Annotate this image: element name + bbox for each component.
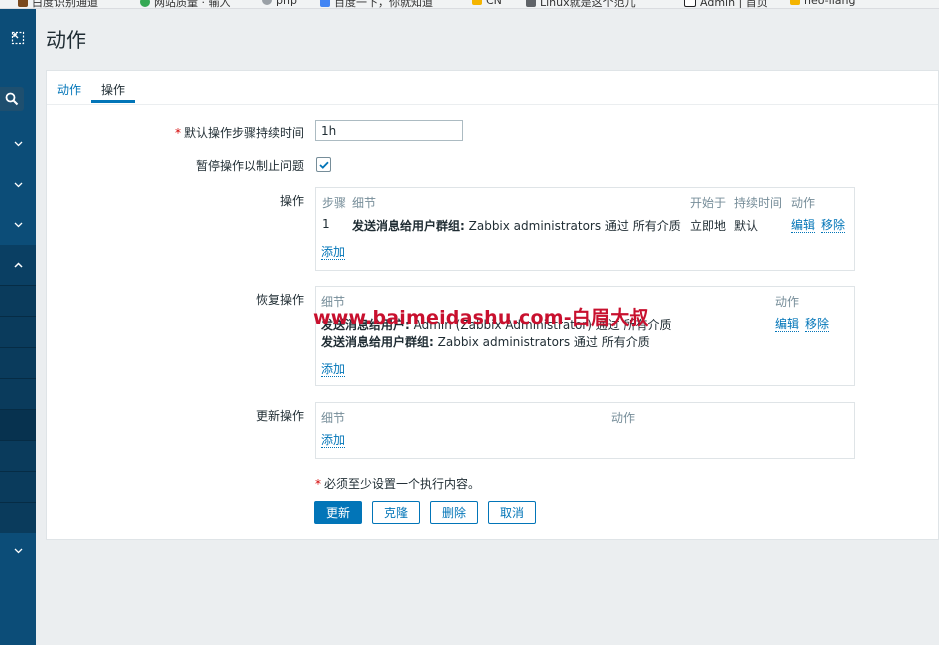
- clone-button[interactable]: 克隆: [372, 501, 420, 524]
- bookmark-icon: [472, 0, 482, 5]
- operations-label: 操作: [279, 194, 304, 208]
- chevron-down-icon: [14, 182, 22, 188]
- chevron-down-icon: [14, 222, 22, 228]
- col-details: 细节: [321, 411, 346, 425]
- op-add-link[interactable]: 添加: [321, 245, 346, 260]
- col-duration: 持续时间: [734, 196, 783, 210]
- op-edit-link[interactable]: 编辑: [791, 218, 816, 233]
- chevron-up-icon: [13, 262, 23, 268]
- col-details: 细节: [352, 196, 377, 210]
- tab-bar: 动作 操作: [47, 71, 938, 105]
- recovery-operations-label: 恢复操作: [255, 293, 304, 307]
- op-details: 发送消息给用户群组: Zabbix administrators 通过 所有介质: [352, 219, 681, 233]
- op-duration: 默认: [734, 219, 759, 233]
- col-step: 步骤: [322, 196, 347, 210]
- bookmark[interactable]: Admin | 首页: [684, 0, 768, 8]
- bookmark-icon: [526, 0, 536, 7]
- bookmark[interactable]: Linux就是这个范儿: [526, 0, 636, 8]
- col-action: 动作: [775, 295, 800, 309]
- recovery-operations-table: 细节 动作 发送消息给用户: Admin (Zabbix Administrat…: [315, 286, 855, 386]
- cancel-button[interactable]: 取消: [488, 501, 536, 524]
- sidebar: [0, 9, 36, 645]
- submenu-item[interactable]: [0, 502, 36, 533]
- bookmark[interactable]: neo-liang: [790, 0, 855, 7]
- col-action: 动作: [611, 411, 636, 425]
- page-title: 动作: [46, 28, 86, 52]
- pause-operations-checkbox[interactable]: [316, 157, 331, 172]
- operations-table: 步骤 细节 开始于 持续时间 动作 1 发送消息给用户群组: Zabbix ad…: [315, 187, 855, 271]
- collapse-sidebar-icon[interactable]: [0, 31, 36, 48]
- menu-section-active[interactable]: [0, 245, 36, 285]
- step-duration-input[interactable]: [315, 120, 463, 141]
- bookmark[interactable]: 网站质量 · 输入: [140, 0, 231, 8]
- update-operations-label: 更新操作: [255, 409, 304, 423]
- bookmark-icon: [684, 0, 696, 7]
- recovery-row: 发送消息给用户群组: Zabbix administrators 通过 所有介质: [321, 335, 650, 349]
- required-asterisk: *: [174, 126, 181, 140]
- op-start: 立即地: [690, 219, 727, 233]
- update-operations-table: 细节 动作 添加: [315, 402, 855, 459]
- bookmark-icon: [18, 0, 28, 7]
- submenu-item[interactable]: [0, 471, 36, 502]
- action-form-panel: 动作 操作 *默认操作步骤持续时间 暂停操作以制止问题 操作 步骤 细节 开始于…: [46, 70, 939, 540]
- menu-section-expand[interactable]: [0, 205, 36, 245]
- pause-operations-label: 暂停操作以制止问题: [195, 159, 304, 173]
- bookmark-icon: [262, 0, 272, 5]
- bookmarks-bar: 白度识别通道 网站质量 · 输入 php 百度一下，你就知道 CN Linux就…: [0, 0, 939, 9]
- menu-section-expand[interactable]: [0, 165, 36, 205]
- bookmark-icon: [140, 0, 150, 7]
- menu-section-expand[interactable]: [0, 124, 36, 164]
- submenu-item[interactable]: [0, 316, 36, 347]
- bookmark[interactable]: 百度一下，你就知道: [320, 0, 433, 8]
- required-note: * 必须至少设置一个执行内容。: [315, 477, 481, 491]
- recovery-edit-link[interactable]: 编辑: [775, 317, 800, 332]
- recovery-add-link[interactable]: 添加: [321, 362, 346, 377]
- tab-operations[interactable]: 操作: [101, 81, 125, 98]
- search-icon[interactable]: [0, 87, 24, 111]
- watermark: www.baimeidashu.com-白眉大叔: [313, 307, 649, 329]
- submenu-item[interactable]: [0, 285, 36, 316]
- chevron-down-icon: [14, 548, 22, 554]
- submenu-item[interactable]: [0, 347, 36, 378]
- col-start: 开始于: [690, 196, 727, 210]
- bookmark-icon: [320, 0, 330, 7]
- bookmark[interactable]: CN: [472, 0, 502, 7]
- delete-button[interactable]: 删除: [430, 501, 478, 524]
- active-tab-indicator: [91, 100, 135, 103]
- checkmark-icon: [318, 161, 329, 169]
- menu-section-expand[interactable]: [0, 531, 36, 571]
- bookmark-icon: [790, 0, 800, 5]
- submenu-item-active[interactable]: [0, 409, 36, 440]
- step-duration-label: * 默认操作步骤持续时间: [174, 126, 304, 140]
- op-step: 1: [322, 217, 330, 231]
- tab-action[interactable]: 动作: [57, 81, 81, 98]
- submenu-item[interactable]: [0, 378, 36, 409]
- chevron-down-icon: [14, 141, 22, 147]
- col-action: 动作: [791, 196, 816, 210]
- bookmark[interactable]: 白度识别通道: [18, 0, 98, 8]
- update-button[interactable]: 更新: [314, 501, 362, 524]
- recovery-remove-link[interactable]: 移除: [805, 317, 830, 332]
- required-asterisk: *: [315, 477, 321, 491]
- update-add-link[interactable]: 添加: [321, 433, 346, 448]
- submenu-item[interactable]: [0, 440, 36, 471]
- op-remove-link[interactable]: 移除: [821, 218, 846, 233]
- bookmark[interactable]: php: [262, 0, 297, 7]
